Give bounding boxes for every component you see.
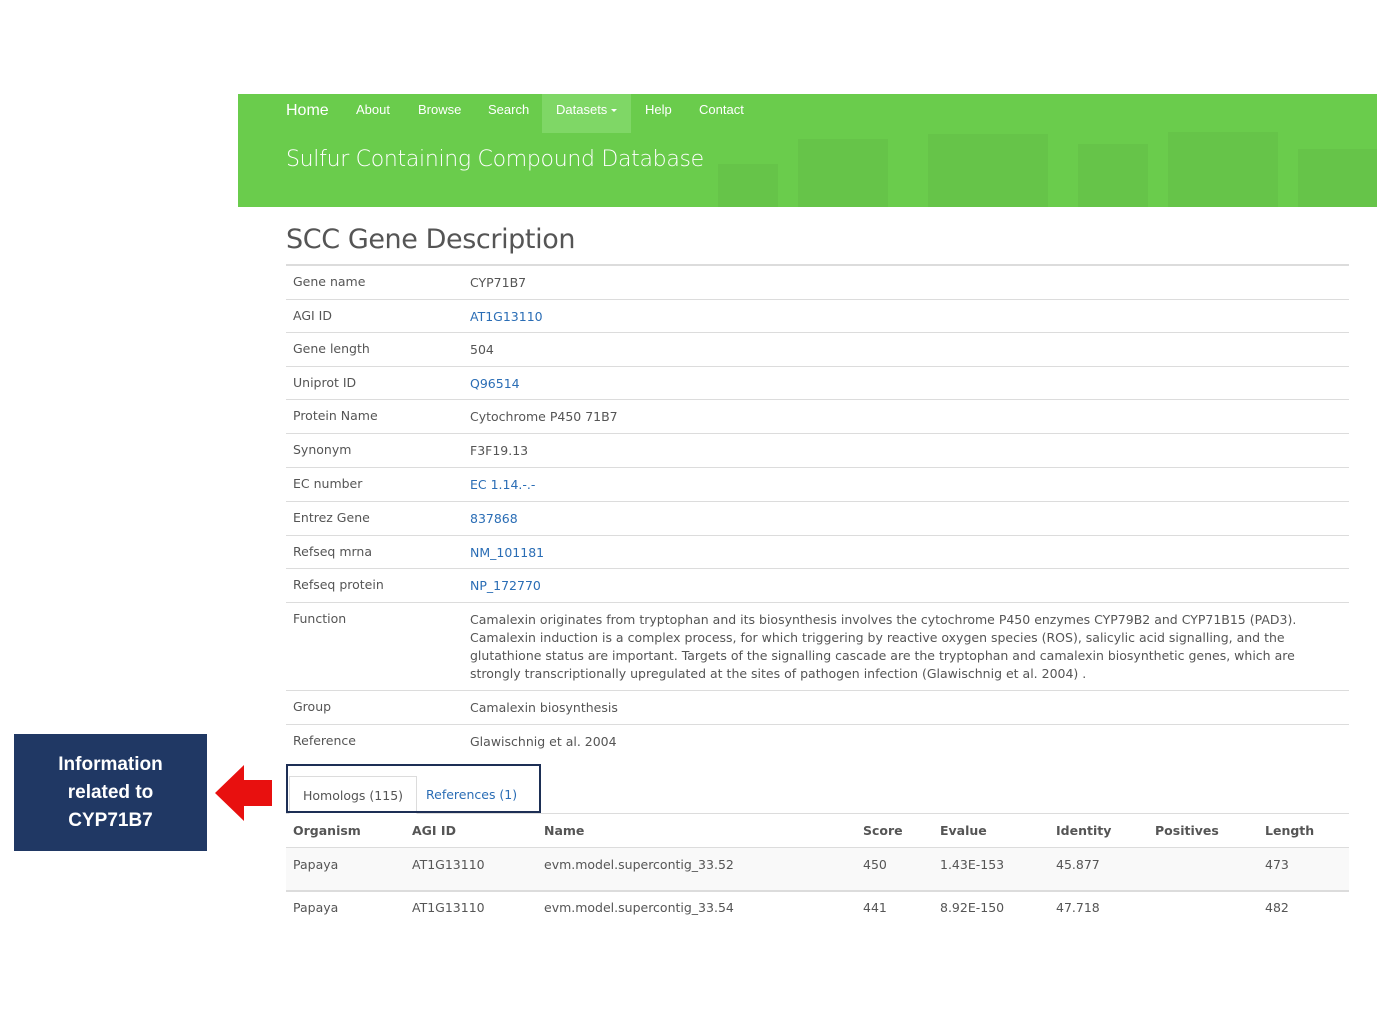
site-title[interactable]: Sulfur Containing Compound Database — [286, 147, 704, 172]
table-row: Gene name CYP71B7 — [286, 265, 1349, 299]
agi-id-link[interactable]: AT1G13110 — [470, 308, 1330, 326]
column-header[interactable]: Identity — [1056, 823, 1111, 838]
table-row: Refseq mrna NM_101181 — [286, 535, 1349, 568]
row-label: Entrez Gene — [293, 510, 370, 525]
page-title: SCC Gene Description — [286, 224, 576, 255]
cell-identity: 47.718 — [1056, 900, 1100, 915]
nav-search[interactable]: Search — [488, 94, 529, 133]
refseq-mrna-link[interactable]: NM_101181 — [470, 544, 1330, 562]
row-label: AGI ID — [293, 308, 332, 323]
ec-number-link[interactable]: EC 1.14.-.- — [470, 476, 1330, 494]
annotation-callout: Information related to CYP71B7 — [14, 734, 207, 851]
tabs-highlight-box — [286, 764, 541, 813]
table-row: Refseq protein NP_172770 — [286, 568, 1349, 602]
row-label: Reference — [293, 733, 356, 748]
table-row: Function Camalexin originates from trypt… — [286, 602, 1349, 690]
callout-line: related to — [67, 781, 154, 803]
cell-score: 441 — [863, 900, 887, 915]
nav-datasets-label: Datasets — [556, 102, 608, 117]
function-description: Camalexin originates from tryptophan and… — [470, 612, 1297, 681]
cell-evalue: 8.92E-150 — [940, 900, 1005, 915]
cell-identity: 45.877 — [1056, 857, 1100, 872]
nav-home[interactable]: Home — [286, 94, 329, 133]
cell-agi-id: AT1G13110 — [412, 900, 485, 915]
table-row: Uniprot ID Q96514 — [286, 366, 1349, 399]
callout-line: CYP71B7 — [68, 809, 153, 831]
site-header: Home About Browse Search Datasets Help C… — [238, 94, 1377, 207]
nav-contact[interactable]: Contact — [699, 94, 744, 133]
cell-score: 450 — [863, 857, 887, 872]
table-row: Gene length 504 — [286, 332, 1349, 366]
reference-value: Glawischnig et al. 2004 — [470, 734, 617, 749]
cell-name: evm.model.supercontig_33.52 — [544, 857, 734, 872]
entrez-gene-link[interactable]: 837868 — [470, 510, 1330, 528]
cell-evalue: 1.43E-153 — [940, 857, 1005, 872]
nav-about[interactable]: About — [356, 94, 390, 133]
column-header[interactable]: Score — [863, 823, 903, 838]
row-label: Uniprot ID — [293, 375, 357, 390]
uniprot-id-link[interactable]: Q96514 — [470, 375, 1330, 393]
column-header[interactable]: Organism — [293, 823, 361, 838]
group-value: Camalexin biosynthesis — [470, 700, 618, 715]
nav-browse[interactable]: Browse — [418, 94, 461, 133]
red-arrow-left-icon — [215, 765, 272, 821]
row-label: Group — [293, 699, 332, 714]
nav-help[interactable]: Help — [645, 94, 672, 133]
cell-organism: Papaya — [293, 900, 339, 915]
row-label: Protein Name — [293, 408, 378, 423]
refseq-protein-link[interactable]: NP_172770 — [470, 577, 1330, 595]
cell-length: 473 — [1265, 857, 1289, 872]
column-header[interactable]: AGI ID — [412, 823, 456, 838]
cell-agi-id: AT1G13110 — [412, 857, 485, 872]
row-label: EC number — [293, 476, 363, 491]
row-label: Refseq protein — [293, 577, 384, 592]
table-row: Group Camalexin biosynthesis — [286, 690, 1349, 724]
cell-organism: Papaya — [293, 857, 339, 872]
column-header[interactable]: Length — [1265, 823, 1314, 838]
main-nav: Home About Browse Search Datasets Help C… — [238, 94, 1377, 133]
row-label: Synonym — [293, 442, 352, 457]
gene-name-value: CYP71B7 — [470, 275, 527, 290]
cell-name: evm.model.supercontig_33.54 — [544, 900, 734, 915]
row-label: Gene name — [293, 274, 366, 289]
table-row: EC number EC 1.14.-.- — [286, 467, 1349, 501]
cell-length: 482 — [1265, 900, 1289, 915]
table-row: Entrez Gene 837868 — [286, 501, 1349, 535]
table-row: Protein Name Cytochrome P450 71B7 — [286, 399, 1349, 433]
column-header[interactable]: Evalue — [940, 823, 987, 838]
row-label: Refseq mrna — [293, 544, 373, 559]
caret-down-icon — [611, 109, 618, 113]
row-label: Gene length — [293, 341, 370, 356]
synonym-value: F3F19.13 — [470, 443, 529, 458]
row-label: Function — [293, 611, 347, 626]
table-row: AGI ID AT1G13110 — [286, 299, 1349, 332]
table-row: Reference Glawischnig et al. 2004 — [286, 724, 1349, 758]
gene-length-value: 504 — [470, 342, 494, 357]
protein-name-value: Cytochrome P450 71B7 — [470, 409, 618, 424]
callout-line: Information — [58, 753, 163, 775]
column-header[interactable]: Name — [544, 823, 584, 838]
table-row: Synonym F3F19.13 — [286, 433, 1349, 467]
column-header[interactable]: Positives — [1155, 823, 1219, 838]
nav-datasets-dropdown[interactable]: Datasets — [542, 94, 632, 133]
